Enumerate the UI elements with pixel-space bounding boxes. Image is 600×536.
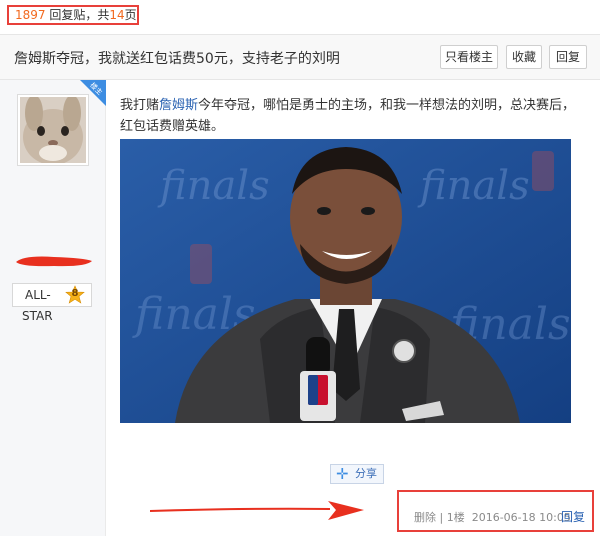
floor-number: 1楼 [446, 511, 465, 524]
post-image-lebron-james: finals finals finals finals [120, 139, 571, 423]
top-bar: 1897 回复贴，共14页 [0, 0, 600, 34]
level-number: 8 [71, 288, 79, 299]
annotation-arrow-icon [150, 501, 364, 520]
reply-button[interactable]: 回复 [549, 45, 587, 69]
thread-title: 詹姆斯夺冠，我就送红包话费50元，支持老子的刘明 [14, 51, 340, 67]
thread-header: 詹姆斯夺冠，我就送红包话费50元，支持老子的刘明 只看楼主 收藏 回复 [0, 34, 600, 80]
post-reply-link[interactable]: 回复 [561, 508, 585, 525]
post-text: 我打赌詹姆斯今年夺冠，哪怕是勇士的主场，和我一样想法的刘明，总决赛后，红包话费赠… [120, 95, 580, 137]
page-count: 14 [109, 8, 125, 22]
svg-text:finals: finals [417, 163, 530, 209]
rabbit-avatar-image [20, 95, 86, 165]
rank-badge[interactable]: ALL- 8 [12, 283, 92, 307]
svg-text:finals: finals [157, 163, 270, 209]
share-plus-icon: ✛ [336, 465, 349, 483]
reply-count: 1897 [15, 8, 46, 22]
favorite-button[interactable]: 收藏 [506, 45, 542, 69]
badge-label-line2: STAR [22, 309, 53, 323]
page-count-suffix: 页 [124, 8, 137, 22]
reply-count-suffix: 回复贴，共 [45, 8, 110, 22]
delete-link[interactable]: 删除 [414, 511, 436, 524]
share-label: 分享 [355, 467, 377, 480]
reply-count-box: 1897 回复贴，共14页 [7, 5, 139, 25]
badge-label: ALL- [25, 288, 51, 302]
meta-separator: | [436, 511, 447, 524]
post-meta: 删除 | 1楼 2016-06-18 10:05 [414, 509, 571, 525]
post-footer: 删除 | 1楼 2016-06-18 10:05 回复 [397, 490, 594, 532]
avatar[interactable] [17, 94, 89, 166]
share-button[interactable]: ✛ 分享 [330, 464, 384, 484]
username-redacted-mark [16, 256, 92, 267]
author-column: 楼主 ALL- 8 STAR [0, 80, 106, 536]
level-star-icon: 8 [65, 285, 85, 305]
post-timestamp: 2016-06-18 10:05 [471, 511, 571, 524]
player-link[interactable]: 詹姆斯 [159, 98, 198, 113]
only-op-button[interactable]: 只看楼主 [440, 45, 498, 69]
post-text-before: 我打赌 [120, 98, 160, 113]
